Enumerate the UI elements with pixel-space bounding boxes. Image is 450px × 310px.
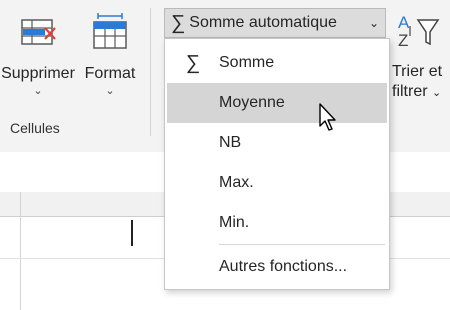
- menu-item-label: Somme: [219, 54, 275, 71]
- chevron-down-icon: ⌄: [105, 85, 115, 97]
- menu-item-label: NB: [219, 134, 242, 151]
- menu-item-label: Min.: [219, 214, 250, 231]
- menu-item-autres-fonctions[interactable]: Autres fonctions...: [167, 247, 387, 287]
- sort-filter-button[interactable]: A Z Trier et filtrer ⌄: [392, 10, 450, 103]
- sigma-icon: ∑: [185, 51, 201, 74]
- text-cursor: [131, 220, 133, 246]
- sort-filter-label-line1: Trier et: [392, 63, 443, 80]
- menu-item-somme[interactable]: ∑ Somme: [167, 43, 387, 83]
- sort-filter-label-line2: filtrer: [392, 83, 428, 100]
- svg-text:Z: Z: [398, 31, 408, 50]
- mouse-pointer-icon: [319, 103, 336, 131]
- grid-line: [20, 192, 21, 310]
- menu-item-label: Autres fonctions...: [219, 258, 348, 275]
- menu-separator: [219, 244, 385, 245]
- delete-cells-label: Supprimer: [1, 65, 75, 82]
- menu-item-nb[interactable]: NB: [167, 123, 387, 163]
- format-cells-label: Format: [84, 65, 136, 82]
- menu-item-min[interactable]: Min.: [167, 203, 387, 243]
- menu-item-label: Moyenne: [219, 94, 285, 111]
- sigma-icon: ∑: [171, 12, 186, 34]
- menu-item-moyenne[interactable]: Moyenne: [167, 83, 387, 123]
- format-cells-icon: [93, 13, 127, 49]
- format-cells-button[interactable]: Format ⌄: [80, 8, 140, 98]
- sort-filter-label-line2-wrap: filtrer ⌄: [392, 82, 450, 103]
- group-divider: [150, 8, 151, 136]
- svg-text:A: A: [398, 13, 410, 32]
- chevron-down-icon[interactable]: ⌄: [363, 16, 385, 30]
- delete-cells-icon: [21, 19, 56, 45]
- menu-item-max[interactable]: Max.: [167, 163, 387, 203]
- sort-filter-icon: A Z: [398, 13, 440, 50]
- autosum-dropdown-menu: ∑ Somme Moyenne NB Max. Min. Autres fonc…: [164, 38, 390, 290]
- cells-group-label: Cellules: [10, 120, 60, 136]
- autosum-button[interactable]: ∑ Somme automatique ⌄: [164, 8, 386, 38]
- autosum-label: Somme automatique: [189, 14, 337, 31]
- menu-item-label: Max.: [219, 174, 254, 191]
- chevron-down-icon: ⌄: [432, 87, 442, 99]
- chevron-down-icon: ⌄: [33, 85, 43, 97]
- delete-cells-button[interactable]: Supprimer ⌄: [0, 8, 76, 98]
